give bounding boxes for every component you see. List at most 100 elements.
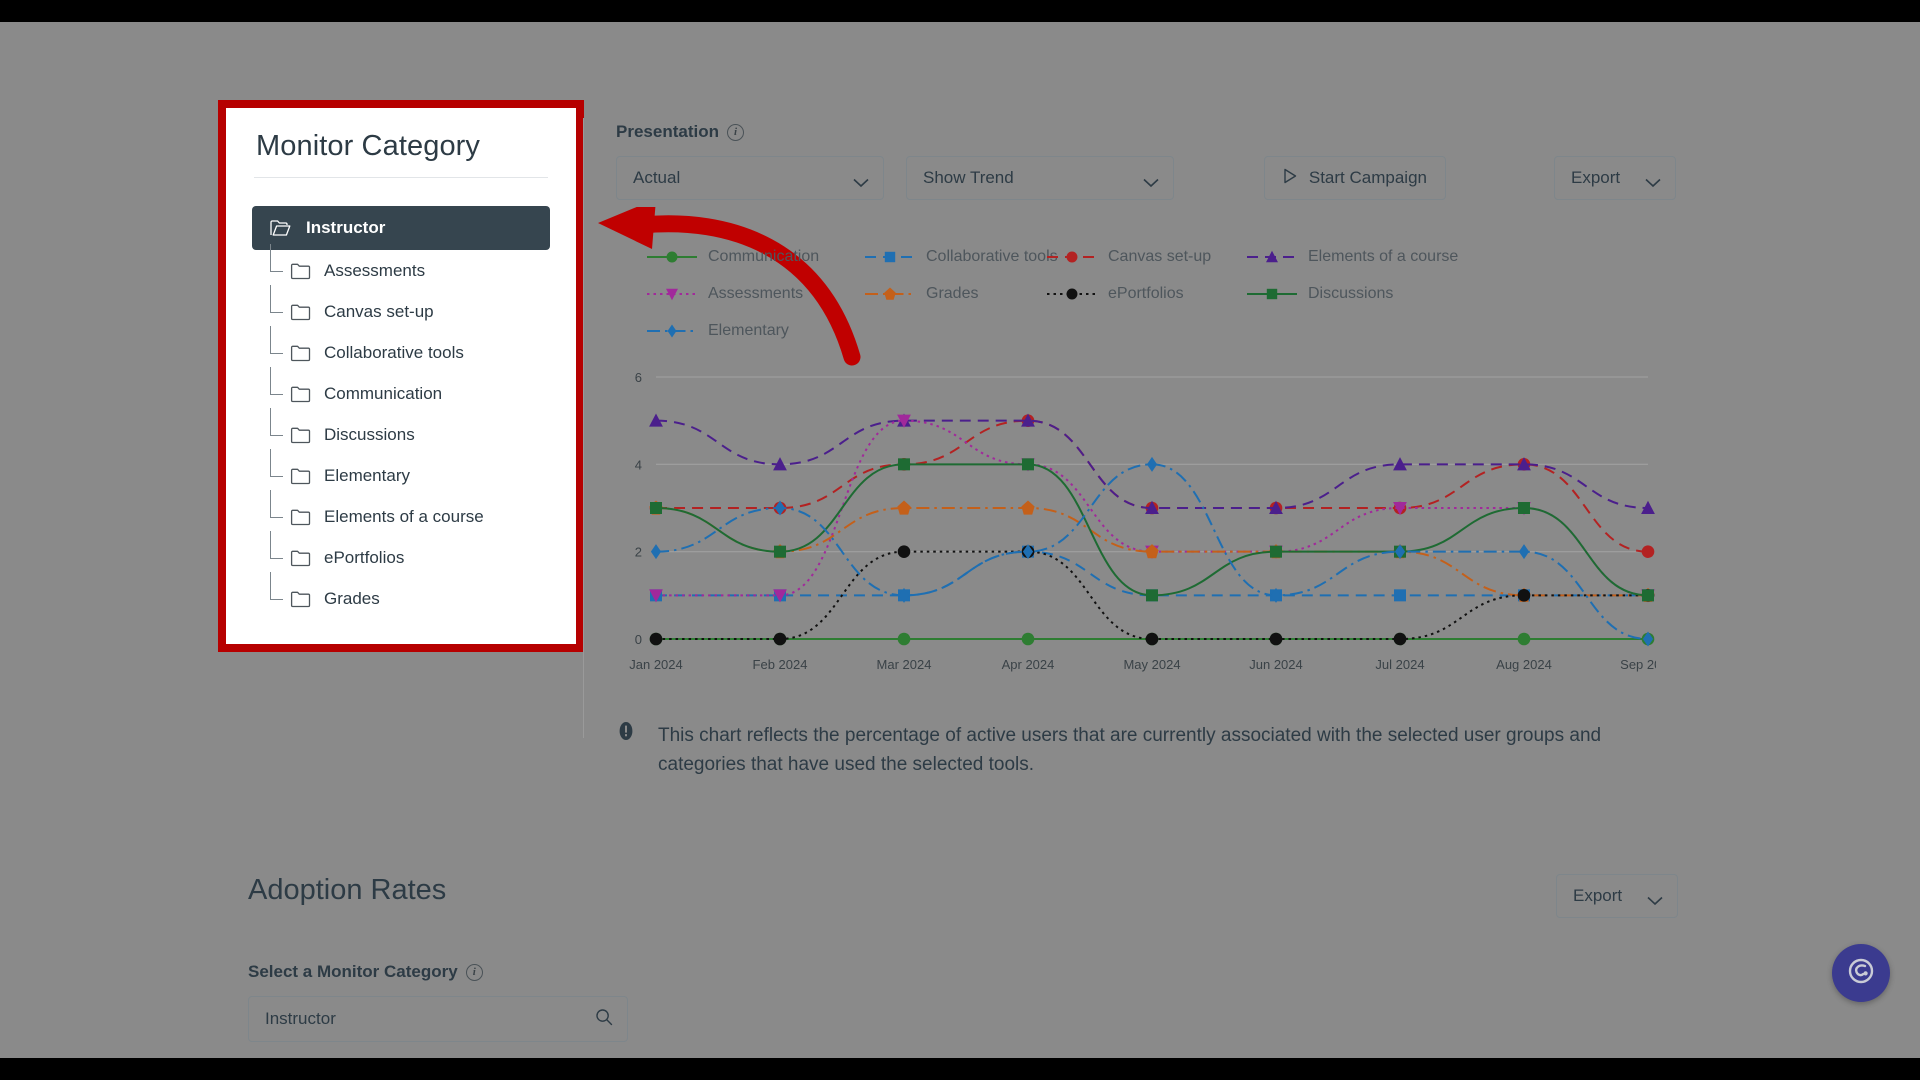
monitor-category-search-input[interactable]: Instructor [248, 996, 628, 1042]
legend-swatch [646, 323, 698, 339]
y-tick-label: 4 [635, 457, 642, 472]
legend-swatch [1046, 249, 1098, 265]
legend-label: Elementary [708, 321, 789, 339]
actual-select[interactable]: Actual [616, 156, 884, 200]
app-screen: Monitor Category Instructor Assessments … [0, 22, 1920, 1058]
legend-item-discussions[interactable]: Discussions [1246, 285, 1393, 303]
legend-row: Communication Collaborative tools Canvas… [616, 238, 1656, 275]
presentation-label: Presentation [616, 122, 719, 141]
chevron-down-icon [1143, 173, 1159, 188]
legend-label: Communication [708, 247, 820, 265]
monitor-category-panel-highlight: Monitor Category Instructor Assessments … [218, 100, 584, 652]
sidebar-item-label: ePortfolios [324, 547, 405, 567]
sidebar-item-eportfolios[interactable]: ePortfolios [252, 531, 550, 578]
legend-item-elements-of-a-course[interactable]: Elements of a course [1246, 248, 1458, 266]
legend-item-canvas-set-up[interactable]: Canvas set-up [1046, 248, 1246, 266]
folder-icon [290, 385, 312, 403]
legend-swatch [646, 286, 698, 302]
sidebar-item-grades[interactable]: Grades [252, 572, 550, 619]
presentation-controls: Actual Show Trend Start Campaign Export [616, 156, 1676, 200]
screen-bottom-letterbox [0, 1058, 1920, 1080]
folder-open-icon [270, 219, 292, 237]
adoption-rates-header: Adoption Rates Export [248, 874, 1678, 918]
legend-swatch [1046, 286, 1098, 302]
sidebar-item-label: Collaborative tools [324, 342, 464, 362]
search-input-value: Instructor [265, 1009, 336, 1028]
legend-item-grades[interactable]: Grades [864, 285, 1046, 303]
x-tick-label: Apr 2024 [1002, 657, 1055, 672]
monitor-category-field-label: Select a Monitor Category [248, 962, 458, 981]
page-title: Monitor Category [256, 130, 481, 162]
sidebar-item-assessments[interactable]: Assessments [252, 244, 550, 291]
sidebar-item-instructor[interactable]: Instructor [252, 206, 550, 250]
legend-item-assessments[interactable]: Assessments [646, 285, 864, 303]
x-tick-label: Jan 2024 [629, 657, 683, 672]
trend-chart: 0 2 4 6 Jan 2024 Feb 2024 Mar 2024 Apr 2024 May … [616, 363, 1656, 683]
legend-item-collaborative-tools[interactable]: Collaborative tools [864, 248, 1058, 266]
x-tick-label: Sep 2024 [1620, 657, 1656, 672]
x-tick-label: Jul 2024 [1375, 657, 1424, 672]
sidebar-item-elements-of-a-course[interactable]: Elements of a course [252, 490, 550, 537]
chevron-down-icon [1647, 891, 1663, 906]
play-icon [1283, 168, 1297, 189]
legend-label: Elements of a course [1308, 247, 1459, 265]
folder-icon [290, 426, 312, 444]
start-campaign-label: Start Campaign [1308, 168, 1427, 187]
export-button-bottom[interactable]: Export [1556, 874, 1678, 918]
actual-select-value: Actual [633, 168, 681, 187]
chevron-down-icon [1645, 173, 1661, 188]
sidebar-item-label: Assessments [324, 260, 426, 280]
x-tick-label: Mar 2024 [877, 657, 932, 672]
y-tick-label: 2 [635, 545, 642, 560]
presentation-label-row: Presentation i [616, 122, 1676, 142]
category-tree: Instructor Assessments Canvas set-up Col… [226, 206, 576, 619]
y-tick-label: 0 [635, 632, 642, 647]
x-tick-label: Feb 2024 [753, 657, 808, 672]
info-icon[interactable]: i [726, 123, 744, 141]
legend-label: Assessments [708, 284, 804, 302]
chevron-down-icon [853, 173, 869, 188]
sidebar-item-communication[interactable]: Communication [252, 367, 550, 414]
screen-top-letterbox [0, 0, 1920, 22]
y-tick-label: 6 [635, 370, 642, 385]
legend-label: ePortfolios [1108, 284, 1184, 302]
trend-select-value: Show Trend [923, 168, 1014, 187]
alert-icon [616, 721, 636, 780]
legend-item-communication[interactable]: Communication [646, 248, 864, 266]
chat-help-icon [1847, 957, 1875, 990]
sidebar-item-label: Communication [324, 383, 443, 403]
chart-note: This chart reflects the percentage of ac… [616, 721, 1626, 780]
help-chat-fab[interactable] [1832, 944, 1890, 1002]
sidebar-item-canvas-set-up[interactable]: Canvas set-up [252, 285, 550, 332]
trend-select[interactable]: Show Trend [906, 156, 1174, 200]
legend-row: Elementary [616, 312, 1656, 349]
legend-label: Grades [926, 284, 979, 302]
vertical-divider [583, 118, 584, 738]
trend-chart-svg: 0 2 4 6 Jan 2024 Feb 2024 Mar 2024 Apr 2024 May … [629, 370, 1656, 672]
export-button-top[interactable]: Export [1554, 156, 1676, 200]
adoption-rates-title: Adoption Rates [248, 874, 447, 906]
info-icon[interactable]: i [465, 963, 483, 981]
series-discussions [650, 458, 1654, 602]
folder-icon [290, 262, 312, 280]
folder-icon [290, 303, 312, 321]
folder-icon [290, 508, 312, 526]
sidebar-item-elementary[interactable]: Elementary [252, 449, 550, 496]
legend-label: Discussions [1308, 284, 1394, 302]
export-label: Export [1573, 886, 1623, 905]
sidebar-item-label: Elementary [324, 465, 410, 485]
start-campaign-button[interactable]: Start Campaign [1263, 156, 1446, 200]
chart-note-text: This chart reflects the percentage of ac… [658, 725, 1602, 776]
sidebar-item-discussions[interactable]: Discussions [252, 408, 550, 455]
legend-swatch [1246, 249, 1298, 265]
folder-icon [290, 549, 312, 567]
sidebar-item-collaborative-tools[interactable]: Collaborative tools [252, 326, 550, 373]
legend-item-eportfolios[interactable]: ePortfolios [1046, 285, 1246, 303]
legend-item-elementary[interactable]: Elementary [646, 322, 864, 340]
search-icon[interactable] [595, 1008, 613, 1031]
x-tick-label: Aug 2024 [1496, 657, 1552, 672]
x-tick-label: Jun 2024 [1249, 657, 1303, 672]
legend-label: Canvas set-up [1108, 247, 1212, 265]
sidebar-item-label: Discussions [324, 424, 415, 444]
legend-swatch [1246, 286, 1298, 302]
